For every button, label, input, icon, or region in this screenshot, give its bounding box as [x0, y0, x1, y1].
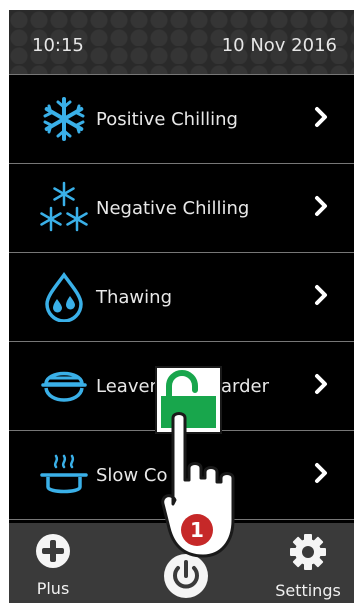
power-icon	[163, 554, 209, 603]
dough-bowl-icon	[37, 359, 91, 413]
menu-item-label: Slow Co	[96, 464, 168, 486]
status-bar: 10:15 10 Nov 2016	[9, 10, 354, 74]
menu-item-negative-chilling[interactable]: Negative Chilling	[9, 164, 354, 253]
menu-item-label: Negative Chilling	[96, 197, 250, 219]
pointing-hand-icon: 1	[159, 410, 249, 570]
gear-icon	[289, 534, 327, 575]
step-number: 1	[190, 518, 204, 542]
app-screen: 10:15 10 Nov 2016 Positive Chilling Nega…	[9, 10, 354, 603]
current-date: 10 Nov 2016	[221, 35, 337, 56]
chevron-right-icon	[314, 373, 328, 399]
triple-snowflake-icon	[37, 181, 91, 235]
water-drop-icon	[37, 270, 91, 324]
settings-button[interactable]: Settings	[270, 533, 346, 600]
clock-time: 10:15	[32, 35, 84, 56]
plus-icon	[35, 534, 71, 573]
steaming-pot-icon	[37, 448, 91, 502]
chevron-right-icon	[314, 106, 328, 132]
menu-item-label: Thawing	[96, 286, 172, 308]
plus-button[interactable]: Plus	[23, 533, 83, 598]
chevron-right-icon	[314, 195, 328, 221]
snowflake-icon	[37, 92, 91, 146]
plus-label: Plus	[36, 579, 70, 598]
menu-item-thawing[interactable]: Thawing	[9, 253, 354, 342]
chevron-right-icon	[314, 462, 328, 488]
settings-label: Settings	[275, 581, 341, 600]
menu-item-positive-chilling[interactable]: Positive Chilling	[9, 74, 354, 164]
menu-item-label: Positive Chilling	[96, 108, 238, 130]
chevron-right-icon	[314, 284, 328, 310]
